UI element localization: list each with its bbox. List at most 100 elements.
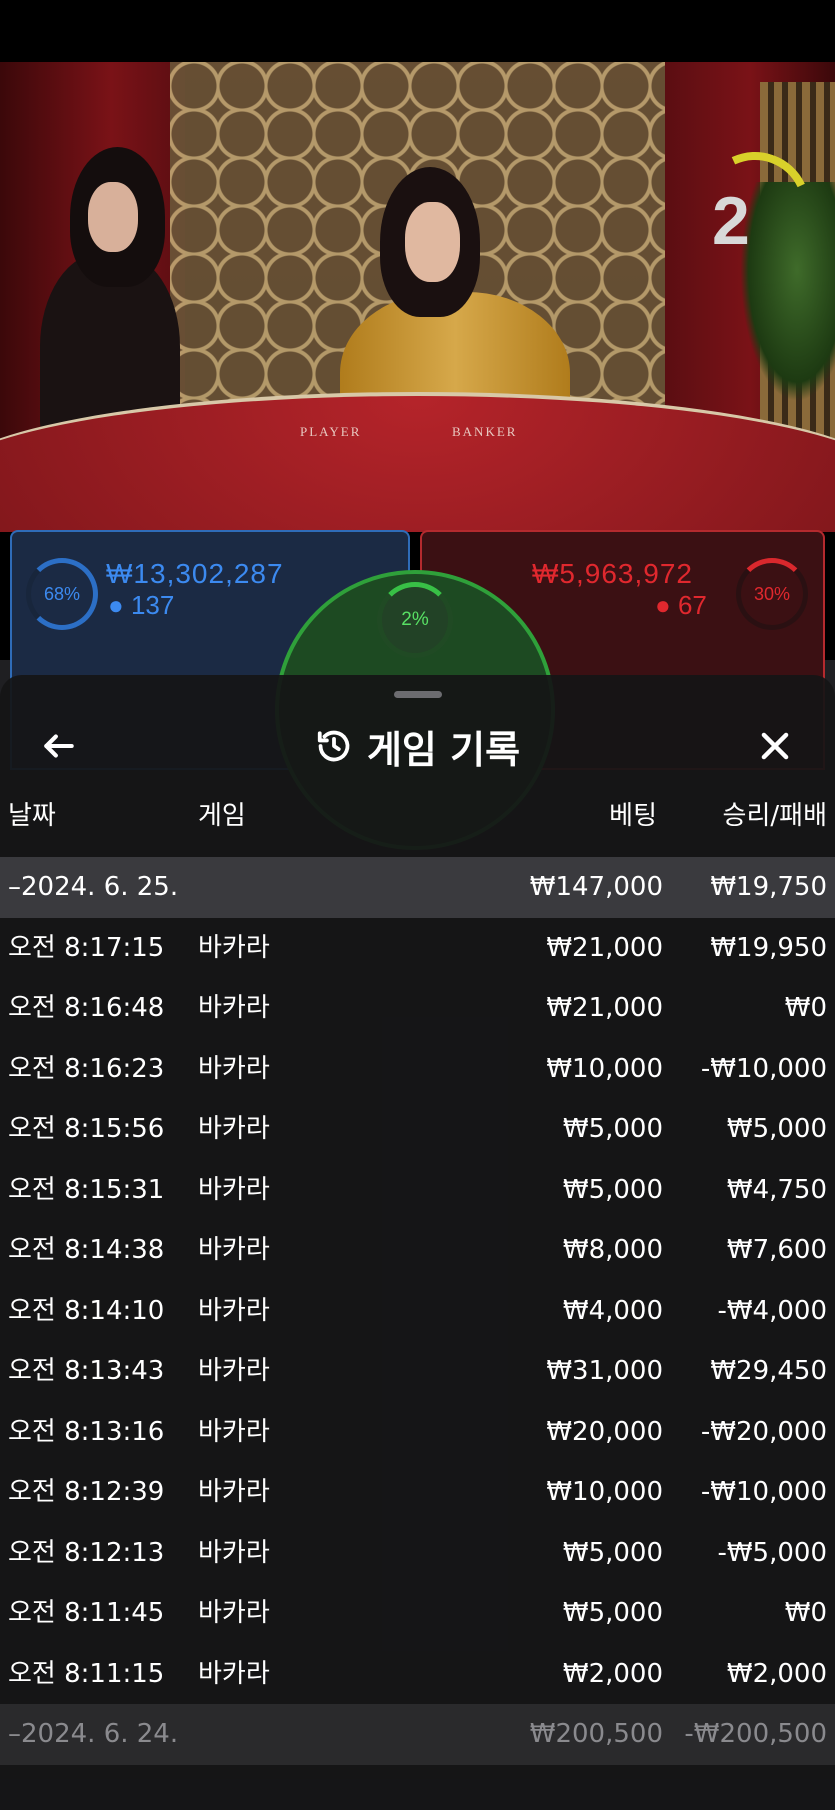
- row-game: 바카라: [198, 1598, 270, 1628]
- row-time: 오전 8:16:48: [8, 993, 165, 1023]
- row-bet: ₩5,000: [562, 1114, 663, 1144]
- row-game: 바카라: [198, 1658, 270, 1689]
- arrow-left-icon: [40, 727, 78, 765]
- back-button[interactable]: [36, 723, 82, 769]
- history-row[interactable]: 오전 8:13:43 바카라 ₩31,000 ₩29,450: [0, 1341, 835, 1402]
- close-icon: [756, 727, 794, 765]
- row-time: 오전 8:15:31: [8, 1174, 165, 1205]
- row-game: 바카라: [198, 993, 270, 1023]
- row-result: -₩10,000: [700, 1053, 827, 1084]
- row-result: ₩2,000: [726, 1658, 827, 1689]
- history-row[interactable]: 오전 8:12:13 바카라 ₩5,000 -₩5,000: [0, 1523, 835, 1584]
- sheet-header: 게임 기록: [0, 711, 835, 781]
- history-row[interactable]: 오전 8:14:38 바카라 ₩8,000 ₩7,600: [0, 1220, 835, 1281]
- close-button[interactable]: [752, 723, 798, 769]
- banker-percent: 30%: [736, 558, 808, 630]
- date-group-row[interactable]: –2024. 6. 25. ₩147,000 ₩19,750: [0, 857, 835, 918]
- row-game: 바카라: [198, 1235, 270, 1265]
- row-game: 바카라: [198, 1477, 270, 1507]
- history-row[interactable]: 오전 8:17:15 바카라 ₩21,000 ₩19,950: [0, 918, 835, 979]
- row-game: 바카라: [198, 1114, 270, 1144]
- row-bet: ₩200,500: [529, 1719, 663, 1749]
- banker-user-count: ● 67: [655, 590, 707, 620]
- history-row[interactable]: 오전 8:11:45 바카라 ₩5,000 ₩0: [0, 1583, 835, 1644]
- row-time: 오전 8:12:39: [8, 1477, 165, 1507]
- row-result: ₩4,750: [726, 1174, 827, 1205]
- row-bet: ₩21,000: [546, 993, 663, 1023]
- row-result: ₩5,000: [726, 1114, 827, 1144]
- history-icon: [315, 727, 353, 765]
- row-bet: ₩5,000: [562, 1598, 663, 1628]
- sheet-title: 게임 기록: [366, 727, 521, 772]
- column-header-result: 승리/패배: [722, 801, 827, 831]
- row-game: 바카라: [198, 1295, 270, 1326]
- sheet-drag-handle[interactable]: [394, 691, 442, 698]
- row-time: 오전 8:14:38: [8, 1235, 165, 1265]
- row-result: ₩19,750: [710, 872, 827, 902]
- felt-banker-label: BANKER: [452, 424, 518, 439]
- history-row[interactable]: 오전 8:15:56 바카라 ₩5,000 ₩5,000: [0, 1099, 835, 1160]
- date-group-row[interactable]: –2024. 6. 24. ₩200,500 -₩200,500: [0, 1704, 835, 1765]
- row-game: 바카라: [198, 1174, 270, 1205]
- row-time: 오전 8:14:10: [8, 1295, 165, 1326]
- game-history-sheet: 게임 기록 날짜 게임 베팅 승리/패배 –2024. 6. 25. ₩147,0…: [0, 675, 835, 1810]
- row-bet: ₩31,000: [546, 1356, 663, 1386]
- row-bet: ₩8,000: [562, 1235, 663, 1265]
- column-header-date: 날짜: [8, 801, 56, 831]
- row-bet: ₩4,000: [562, 1295, 663, 1326]
- row-game: 바카라: [198, 932, 270, 963]
- history-row[interactable]: 오전 8:13:16 바카라 ₩20,000 -₩20,000: [0, 1402, 835, 1463]
- row-bet: ₩147,000: [529, 872, 663, 902]
- row-result: -₩20,000: [700, 1416, 827, 1447]
- countdown-timer: 2: [712, 183, 750, 259]
- user-icon: ●: [655, 590, 671, 620]
- row-bet: ₩10,000: [546, 1053, 663, 1084]
- row-time: 오전 8:13:43: [8, 1356, 165, 1386]
- player-total-amount: ₩13,302,287: [106, 558, 284, 589]
- row-game: 바카라: [198, 1356, 270, 1386]
- player-percent: 68%: [26, 558, 98, 630]
- user-icon: ●: [108, 590, 124, 620]
- history-row[interactable]: 오전 8:16:48 바카라 ₩21,000 ₩0: [0, 978, 835, 1039]
- row-result: ₩29,450: [710, 1356, 827, 1386]
- column-header-game: 게임: [198, 801, 246, 831]
- row-time: 오전 8:11:15: [8, 1658, 165, 1689]
- row-result: ₩7,600: [726, 1235, 827, 1265]
- column-header-bet: 베팅: [609, 801, 657, 831]
- row-bet: ₩10,000: [546, 1477, 663, 1507]
- row-bet: ₩21,000: [546, 932, 663, 963]
- history-row[interactable]: 오전 8:14:10 바카라 ₩4,000 -₩4,000: [0, 1281, 835, 1342]
- row-result: ₩0: [784, 1598, 827, 1628]
- row-game: 바카라: [198, 1053, 270, 1084]
- banker-total-amount: ₩5,963,972: [532, 558, 693, 589]
- row-bet: ₩5,000: [562, 1174, 663, 1205]
- row-bet: ₩5,000: [562, 1537, 663, 1568]
- status-bar: [0, 0, 835, 62]
- row-result: -₩5,000: [717, 1537, 827, 1568]
- row-time: –2024. 6. 25.: [8, 872, 179, 902]
- row-time: 오전 8:16:23: [8, 1053, 165, 1084]
- row-result: -₩10,000: [700, 1477, 827, 1507]
- row-time: 오전 8:15:56: [8, 1114, 165, 1144]
- history-row[interactable]: 오전 8:15:31 바카라 ₩5,000 ₩4,750: [0, 1160, 835, 1221]
- row-time: –2024. 6. 24.: [8, 1719, 179, 1749]
- player-user-count: ● 137: [108, 590, 175, 620]
- row-time: 오전 8:13:16: [8, 1416, 165, 1447]
- row-time: 오전 8:11:45: [8, 1598, 165, 1628]
- row-bet: ₩20,000: [546, 1416, 663, 1447]
- row-time: 오전 8:17:15: [8, 932, 165, 963]
- row-result: -₩200,500: [684, 1719, 827, 1749]
- row-bet: ₩2,000: [562, 1658, 663, 1689]
- felt-player-label: PLAYER: [300, 424, 362, 439]
- row-game: 바카라: [198, 1416, 270, 1447]
- history-row[interactable]: 오전 8:12:39 바카라 ₩10,000 -₩10,000: [0, 1462, 835, 1523]
- row-result: ₩19,950: [710, 932, 827, 963]
- history-row[interactable]: 오전 8:16:23 바카라 ₩10,000 -₩10,000: [0, 1039, 835, 1100]
- row-time: 오전 8:12:13: [8, 1537, 165, 1568]
- sheet-title-group: 게임 기록: [0, 711, 835, 781]
- tie-percent: 2%: [377, 582, 453, 658]
- history-row[interactable]: 오전 8:11:15 바카라 ₩2,000 ₩2,000: [0, 1644, 835, 1705]
- row-result: ₩0: [784, 993, 827, 1023]
- live-video: PLAYER BANKER 2: [0, 62, 835, 532]
- row-game: 바카라: [198, 1537, 270, 1568]
